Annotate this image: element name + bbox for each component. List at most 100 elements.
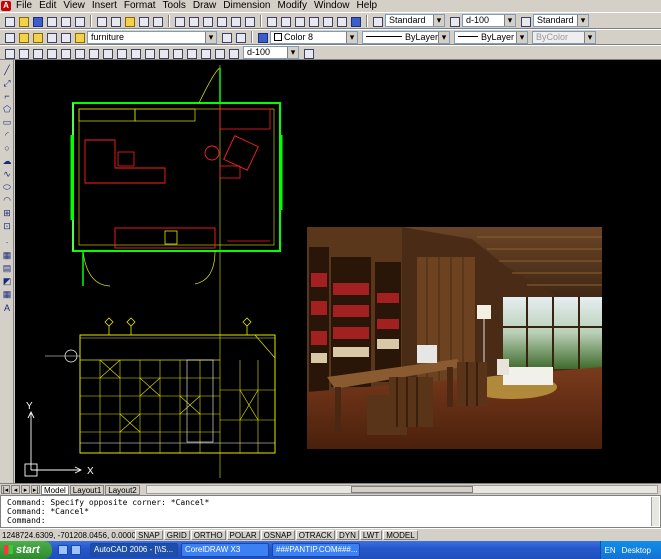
match-properties-icon[interactable] [137,15,149,27]
linear-dim-icon[interactable] [3,47,15,59]
browser-icon[interactable] [71,545,81,555]
sheet-set-icon[interactable] [307,15,319,27]
angular-dim-icon[interactable] [101,47,113,59]
dim-style-manager-icon[interactable] [302,47,314,59]
coordinate-readout[interactable]: 1248724.6309, -701208.0456, 0.0000 [0,531,136,540]
menu-file[interactable]: File [13,0,36,12]
aligned-dim-icon[interactable] [17,47,29,59]
jogged-dim-icon[interactable] [73,47,85,59]
lineweight-select[interactable]: ByLayer [454,30,528,44]
arc-length-icon[interactable] [31,47,43,59]
menu-tools[interactable]: Tools [160,0,190,12]
paste-icon[interactable] [123,15,135,27]
last-tab-icon[interactable]: ▸| [31,485,40,494]
dim-text-edit-icon[interactable] [213,47,225,59]
menu-modify[interactable]: Modify [275,0,311,12]
horizontal-scrollbar[interactable] [145,485,658,494]
gradient-icon[interactable]: ▤ [2,264,12,273]
ellipse-icon[interactable]: ⬭ [2,183,12,192]
dim-style-select[interactable]: d-100 [462,14,516,27]
plot-icon[interactable] [45,15,57,27]
zoom-realtime-icon[interactable] [215,15,227,27]
drawing-area[interactable]: Y X [15,60,661,483]
rectangle-icon[interactable]: ▭ [2,118,12,127]
dim-update-icon[interactable] [227,47,239,59]
construction-line-icon[interactable]: ⤢ [2,79,12,88]
properties-icon[interactable] [265,15,277,27]
make-block-icon[interactable]: ⊡ [2,222,12,231]
menu-window[interactable]: Window [311,0,354,12]
tab-layout2[interactable]: Layout2 [105,484,140,495]
scrollbar-thumb[interactable] [350,486,474,493]
table-icon[interactable]: ▦ [2,290,12,299]
layer-manager-icon[interactable] [3,31,15,43]
help-icon[interactable] [349,15,361,27]
radius-dim-icon[interactable] [59,47,71,59]
layer-lock-icon[interactable] [45,31,57,43]
open-file-icon[interactable] [17,15,29,27]
polyline-icon[interactable]: ⌐ [2,92,12,101]
menu-edit[interactable]: Edit [36,0,60,12]
ellipse-arc-icon[interactable]: ◠ [2,196,12,205]
save-icon[interactable] [31,15,43,27]
menu-dimension[interactable]: Dimension [220,0,274,12]
point-icon[interactable]: · [2,238,12,247]
pan-icon[interactable] [201,15,213,27]
menu-format[interactable]: Format [121,0,160,12]
model-toggle[interactable]: MODEL [383,530,418,540]
circle-icon[interactable]: ○ [2,144,12,153]
region-icon[interactable]: ◩ [2,277,12,286]
show-desktop-icon[interactable] [58,545,68,555]
multiline-text-icon[interactable]: A [2,304,12,313]
next-tab-icon[interactable]: ▸ [21,485,30,494]
command-scrollbar[interactable] [651,497,659,526]
quick-leader-icon[interactable] [157,47,169,59]
markup-icon[interactable] [321,15,333,27]
layer-freeze-icon[interactable] [31,31,43,43]
zoom-window-icon[interactable] [229,15,241,27]
plot-preview-icon[interactable] [59,15,71,27]
linetype-select[interactable]: ByLayer [362,30,450,44]
text-style-select[interactable]: Standard [385,14,445,27]
task-autocad[interactable]: AutoCAD 2006 - [\\S... [90,543,178,557]
task-pantip[interactable]: ###PANTIP.COM###... [272,543,360,557]
otrack-toggle[interactable]: OTRACK [295,530,336,540]
new-file-icon[interactable] [3,15,15,27]
grid-toggle[interactable]: GRID [163,530,190,540]
copy-icon[interactable] [109,15,121,27]
lwt-toggle[interactable]: LWT [359,530,383,540]
tab-layout1[interactable]: Layout1 [69,484,105,495]
layer-color-icon[interactable] [59,31,71,43]
cut-icon[interactable] [95,15,107,27]
block-editor-icon[interactable] [151,15,163,27]
menu-view[interactable]: View [60,0,89,12]
dim-style-select-2[interactable]: d-100 [243,46,299,59]
hatch-icon[interactable]: ▦ [2,251,12,260]
first-tab-icon[interactable]: |◂ [1,485,10,494]
quickcalc-icon[interactable] [335,15,347,27]
tab-model[interactable]: Model [41,484,69,495]
design-center-icon[interactable] [279,15,291,27]
dyn-toggle[interactable]: DYN [336,530,359,540]
menu-insert[interactable]: Insert [89,0,121,12]
task-coreldraw[interactable]: CorelDRAW X3 [181,543,269,557]
layer-on-icon[interactable] [17,31,29,43]
make-object-layer-current-icon[interactable] [220,31,232,43]
language-indicator[interactable]: EN [605,546,616,555]
color-select[interactable]: Color 8 [270,30,358,44]
center-mark-icon[interactable] [185,47,197,59]
arc-icon[interactable]: ◜ [2,131,12,140]
layer-plot-icon[interactable] [73,31,85,43]
polar-toggle[interactable]: POLAR [226,530,260,540]
insert-block-icon[interactable]: ⊞ [2,209,12,218]
menu-draw[interactable]: Draw [190,0,220,12]
command-prompt[interactable]: Command: [7,516,660,525]
start-button[interactable]: start [0,541,52,559]
table-style-select[interactable]: Standard [533,14,589,27]
continue-dim-icon[interactable] [143,47,155,59]
quick-dim-icon[interactable] [115,47,127,59]
polygon-icon[interactable]: ⬠ [2,105,12,114]
snap-toggle[interactable]: SNAP [135,530,163,540]
layer-previous-icon[interactable] [234,31,246,43]
autocad-app-icon[interactable]: A [1,1,11,11]
